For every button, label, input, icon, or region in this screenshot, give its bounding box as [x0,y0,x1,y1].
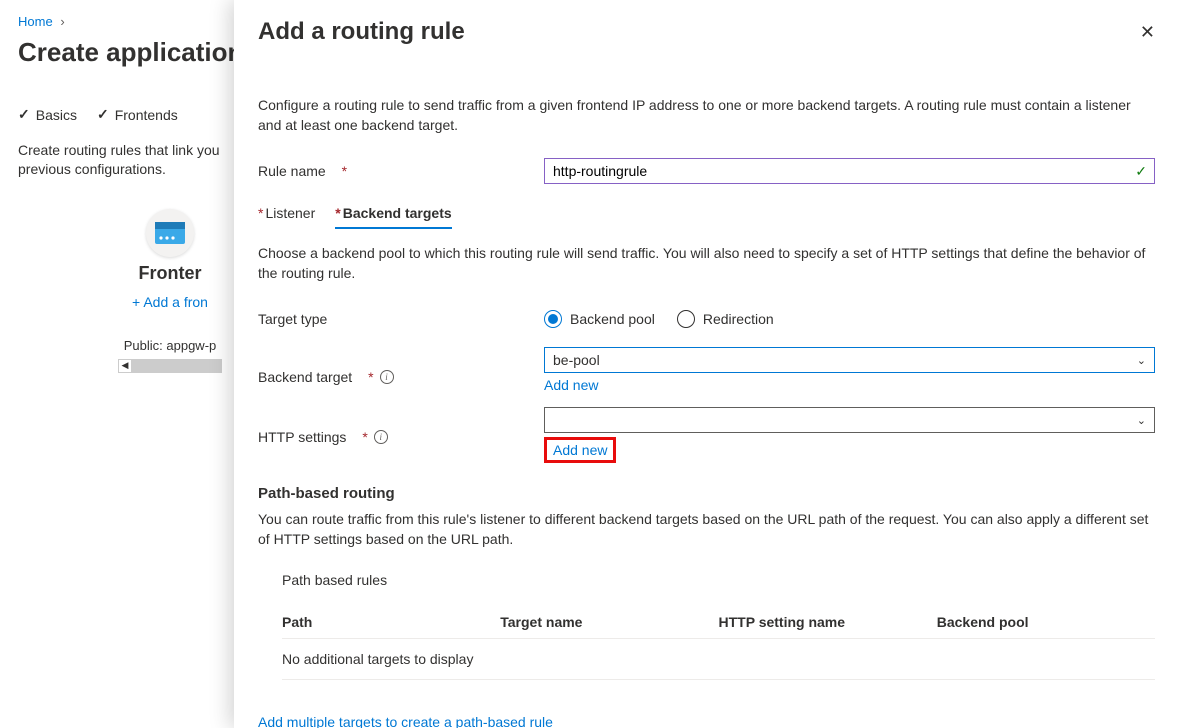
close-icon[interactable]: ✕ [1140,22,1155,43]
add-frontend-link[interactable]: + Add a fron [118,294,222,310]
col-path: Path [282,614,500,630]
path-rules-title: Path based rules [282,572,1155,588]
frontend-icon [146,209,194,257]
target-type-radio-group: Backend pool Redirection [544,310,1155,328]
col-backend-pool: Backend pool [937,614,1155,630]
horizontal-scrollbar[interactable]: ◀ [118,359,222,373]
info-icon[interactable]: i [374,430,388,444]
col-target-name: Target name [500,614,718,630]
radio-redirection[interactable]: Redirection [677,310,774,328]
radio-backend-pool[interactable]: Backend pool [544,310,655,328]
chevron-down-icon: ⌄ [1137,354,1146,367]
select-value: be-pool [553,352,600,368]
add-new-backend-target-link[interactable]: Add new [544,377,598,393]
info-icon[interactable]: i [380,370,394,384]
routing-rule-panel: Add a routing rule ✕ Configure a routing… [234,0,1179,728]
add-multiple-targets-link[interactable]: Add multiple targets to create a path-ba… [258,714,553,728]
backend-description: Choose a backend pool to which this rout… [258,244,1155,283]
breadcrumb: Home › [18,14,222,29]
target-type-label: Target type [258,311,544,327]
scroll-track[interactable] [132,359,222,373]
radio-label: Backend pool [570,311,655,327]
table-header-row: Path Target name HTTP setting name Backe… [282,606,1155,639]
check-icon [97,106,109,123]
panel-title: Add a routing rule [258,18,465,46]
check-icon: ✓ [1135,163,1147,180]
breadcrumb-home[interactable]: Home [18,14,53,29]
path-routing-description: You can route traffic from this rule's l… [258,510,1155,549]
radio-label: Redirection [703,311,774,327]
check-icon [18,106,30,123]
path-rules-table: Path based rules Path Target name HTTP s… [258,572,1155,680]
step-basics[interactable]: Basics [18,106,77,123]
step-frontends[interactable]: Frontends [97,106,178,123]
panel-description: Configure a routing rule to send traffic… [258,96,1155,135]
backend-target-select[interactable]: be-pool ⌄ [544,347,1155,373]
chevron-right-icon: › [60,14,64,29]
http-settings-label: HTTP settings * i [258,407,544,445]
chevron-down-icon: ⌄ [1137,414,1146,427]
frontend-card: Fronter + Add a fron Public: appgw-p ◀ [118,209,222,373]
page-background: Home › Create application Basics Fronten… [0,0,240,387]
rule-name-input[interactable] [544,158,1155,184]
step-label: Basics [36,107,77,123]
scroll-left-icon[interactable]: ◀ [118,359,132,373]
frontend-public-label: Public: appgw-p [118,338,222,353]
page-description: Create routing rules that link youprevio… [18,141,222,179]
rule-tabs: *Listener *Backend targets [258,199,1155,228]
http-settings-select[interactable]: ⌄ [544,407,1155,433]
tab-listener[interactable]: *Listener [258,199,315,227]
add-new-http-settings-link[interactable]: Add new [544,437,616,463]
path-routing-heading: Path-based routing [258,485,1155,502]
page-title: Create application [18,37,222,68]
frontend-title: Fronter [118,263,222,284]
backend-target-label: Backend target * i [258,347,544,385]
rule-name-label: Rule name * [258,163,544,179]
col-http-setting: HTTP setting name [719,614,937,630]
step-label: Frontends [115,107,178,123]
table-empty-row: No additional targets to display [282,639,1155,680]
wizard-steps: Basics Frontends [18,106,222,123]
tab-backend-targets[interactable]: *Backend targets [335,199,451,227]
